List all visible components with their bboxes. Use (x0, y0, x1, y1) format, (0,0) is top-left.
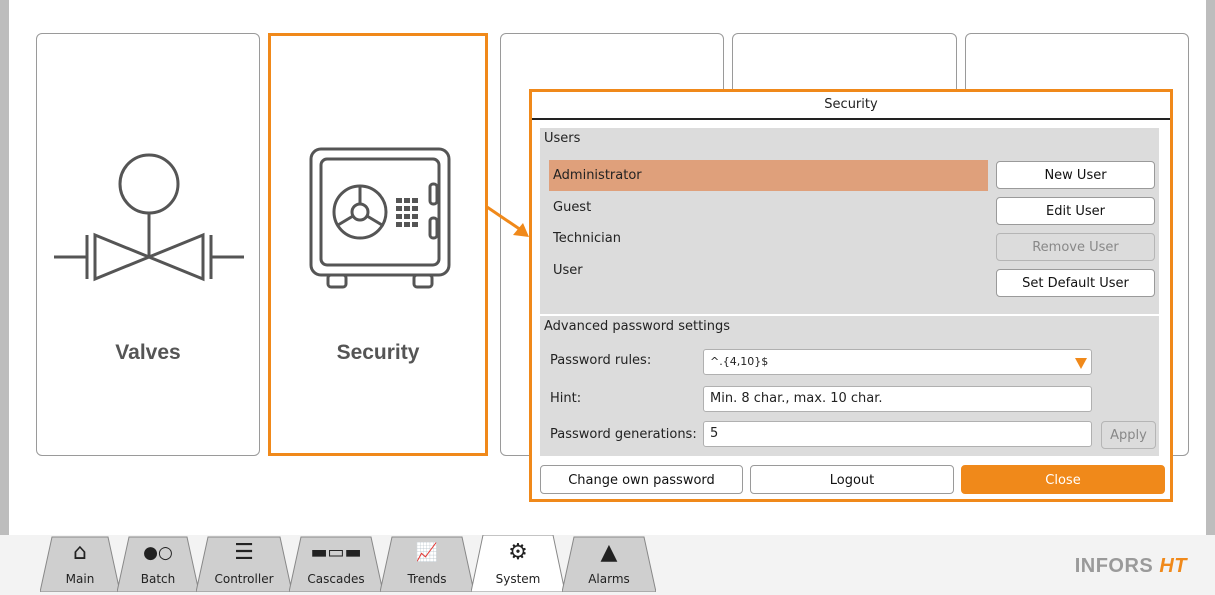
tab-label: Trends (407, 572, 447, 586)
brand-accent: HT (1159, 555, 1187, 577)
user-name: User (553, 263, 583, 278)
warning-icon: ▲ (600, 540, 618, 565)
batch-icon: ●○ (143, 543, 173, 563)
tab-label: Main (65, 572, 95, 586)
password-rules-select[interactable]: ^.{4,10}$ (703, 349, 1092, 375)
change-own-password-button[interactable]: Change own password (540, 465, 743, 494)
user-row-administrator[interactable]: Administrator (549, 160, 988, 191)
user-row-guest[interactable]: Guest (549, 192, 988, 223)
tab-trends[interactable]: 📈 Trends (380, 535, 474, 592)
tab-controller[interactable]: ☰ Controller (196, 535, 292, 592)
tab-label: Cascades (307, 572, 365, 586)
tab-label: Batch (140, 572, 176, 586)
password-generations-field[interactable]: 5 (703, 421, 1092, 447)
logout-button[interactable]: Logout (750, 465, 954, 494)
users-panel: Users Administrator Guest Technician Use… (540, 128, 1159, 314)
security-label: Security (336, 341, 420, 364)
tab-main[interactable]: ⌂ Main (40, 535, 120, 592)
valve-icon (54, 153, 244, 282)
users-section-title: Users (544, 131, 581, 146)
tab-label: System (495, 572, 541, 586)
user-name: Administrator (553, 168, 642, 183)
right-border (1206, 0, 1215, 535)
user-name: Guest (553, 200, 592, 215)
password-rules-label: Password rules: (550, 353, 652, 368)
valves-label: Valves (115, 341, 181, 364)
edit-user-button[interactable]: Edit User (996, 197, 1155, 225)
tab-label: Controller (214, 572, 274, 586)
hint-field[interactable]: Min. 8 char., max. 10 char. (703, 386, 1092, 412)
advanced-section-title: Advanced password settings (544, 319, 731, 334)
security-tile[interactable]: Security (268, 33, 488, 456)
home-icon: ⌂ (73, 540, 87, 565)
new-user-button[interactable]: New User (996, 161, 1155, 189)
tab-alarms[interactable]: ▲ Alarms (562, 535, 656, 592)
advanced-password-panel: Advanced password settings Password rule… (540, 316, 1159, 456)
hint-label: Hint: (550, 391, 582, 406)
cascades-icon: ▬▭▬ (310, 542, 362, 563)
valves-tile[interactable]: Valves (36, 33, 260, 456)
dialog-title: Security (532, 92, 1170, 120)
close-button[interactable]: Close (961, 465, 1165, 494)
tab-label: Alarms (588, 572, 630, 586)
apply-button[interactable]: Apply (1101, 421, 1156, 449)
left-border (0, 0, 9, 535)
tab-system[interactable]: ⚙ System (471, 535, 565, 592)
password-rules-value: ^.{4,10}$ (710, 355, 769, 368)
gears-icon: ⚙ (508, 540, 528, 565)
brand-logo: INFORS HT (1075, 555, 1187, 578)
safe-icon (309, 147, 451, 289)
connector-arrow (486, 205, 529, 237)
trends-icon: 📈 (415, 542, 439, 563)
user-row-technician[interactable]: Technician (549, 223, 988, 254)
tab-batch[interactable]: ●○ Batch (117, 535, 199, 592)
user-name: Technician (553, 231, 621, 246)
password-generations-label: Password generations: (550, 427, 697, 442)
set-default-user-button[interactable]: Set Default User (996, 269, 1155, 297)
security-dialog: Security Users Administrator Guest Techn… (529, 89, 1173, 502)
dropdown-arrow-icon[interactable] (1075, 358, 1087, 369)
user-row-user[interactable]: User (549, 255, 988, 286)
brand-text: INFORS (1074, 555, 1154, 577)
tab-cascades[interactable]: ▬▭▬ Cascades (289, 535, 383, 592)
controller-icon: ☰ (234, 540, 254, 565)
bottom-tab-bar: ⌂ Main ●○ Batch ☰ Controller ▬▭▬ Cascade… (0, 535, 1215, 595)
remove-user-button[interactable]: Remove User (996, 233, 1155, 261)
